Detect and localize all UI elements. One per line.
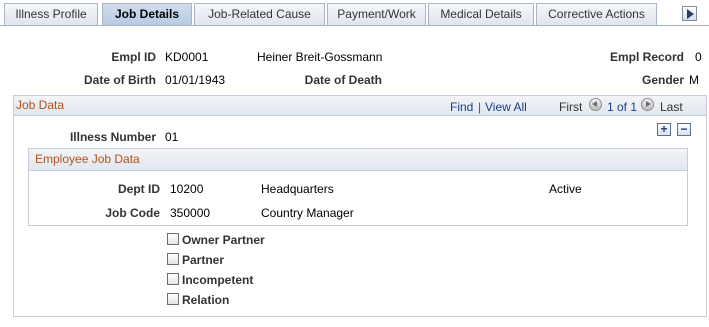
owner-partner-label: Owner Partner — [182, 233, 265, 247]
partner-checkbox[interactable] — [167, 253, 179, 265]
tab-illness-profile[interactable]: Illness Profile — [4, 3, 98, 25]
empl-id-value: KD0001 — [165, 50, 209, 64]
tab-corrective-actions[interactable]: Corrective Actions — [536, 3, 657, 25]
empl-record-label: Empl Record — [609, 50, 684, 64]
find-link[interactable]: Find — [450, 100, 473, 114]
dept-id-label: Dept ID — [118, 182, 160, 196]
view-all-link[interactable]: View All — [485, 100, 527, 114]
employee-job-data-header: Employee Job Data — [29, 149, 687, 171]
tab-medical-details[interactable]: Medical Details — [428, 3, 534, 25]
incompetent-label: Incompetent — [182, 273, 254, 287]
job-data-title: Job Data — [16, 98, 65, 112]
empl-id-label: Empl ID — [111, 50, 156, 64]
employee-job-data-title: Employee Job Data — [35, 152, 140, 166]
job-code-label: Job Code — [105, 206, 160, 220]
tab-job-details[interactable]: Job Details — [102, 3, 192, 26]
relation-label: Relation — [182, 293, 230, 307]
gender-label: Gender — [641, 73, 684, 87]
illness-number-value: 01 — [165, 130, 179, 144]
owner-partner-checkbox[interactable] — [167, 233, 179, 245]
delete-row-button[interactable]: − — [677, 123, 691, 136]
dob-label: Date of Birth — [84, 73, 156, 87]
job-data-header: Job Data — [14, 96, 706, 116]
tab-payment-work[interactable]: Payment/Work — [327, 3, 426, 25]
dod-label: Date of Death — [304, 73, 382, 87]
add-row-button[interactable]: + — [657, 123, 671, 136]
job-code-value: 350000 — [170, 206, 211, 220]
employee-name: Heiner Breit-Gossmann — [257, 50, 383, 64]
tab-scroll-right-icon[interactable] — [682, 6, 697, 21]
previous-row-icon[interactable] — [589, 98, 602, 111]
job-title: Country Manager — [261, 206, 354, 220]
illness-number-label: Illness Number — [69, 130, 156, 144]
incompetent-checkbox[interactable] — [167, 273, 179, 285]
last-label[interactable]: Last — [660, 100, 683, 114]
dept-name: Headquarters — [261, 182, 334, 196]
tab-divider — [0, 25, 709, 26]
partner-label: Partner — [182, 253, 225, 267]
dept-id-value: 10200 — [170, 182, 204, 196]
relation-checkbox[interactable] — [167, 293, 179, 305]
gender-value: M — [689, 73, 699, 87]
employee-status: Active — [549, 182, 582, 196]
nav-separator: | — [478, 100, 482, 114]
tab-job-related-cause[interactable]: Job-Related Cause — [194, 3, 325, 25]
next-row-icon[interactable] — [641, 98, 654, 111]
first-label[interactable]: First — [559, 100, 582, 114]
empl-record-value: 0 — [695, 50, 702, 64]
dob-value: 01/01/1943 — [165, 73, 226, 87]
row-count: 1 of 1 — [607, 100, 638, 114]
